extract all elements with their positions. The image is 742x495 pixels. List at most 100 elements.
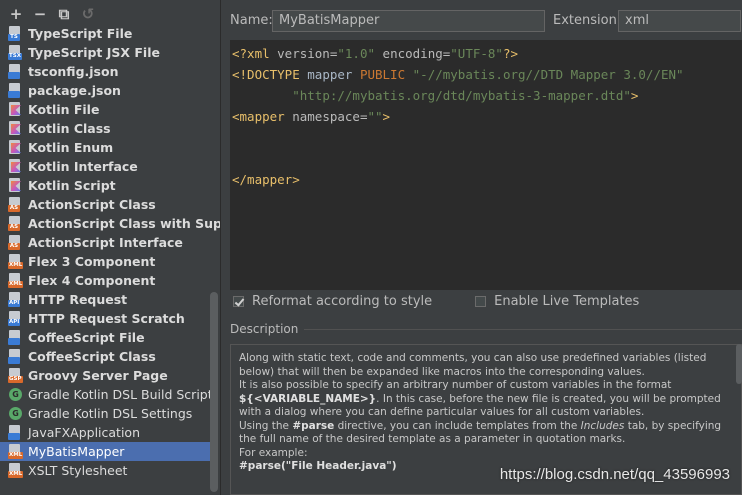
watermark: https://blog.csdn.net/qq_43596993	[499, 466, 730, 483]
extension-field[interactable]: xml	[618, 10, 741, 32]
template-item-label: CoffeeScript Class	[28, 349, 156, 364]
description-divider	[304, 328, 742, 330]
template-item[interactable]: AS ActionScript Class with Supers	[0, 214, 220, 233]
template-item[interactable]: Kotlin Class	[0, 119, 210, 138]
api-file-icon: API	[8, 311, 22, 326]
template-editor-panel: Name: MyBatisMapper Extension: xml <?xml…	[221, 0, 742, 495]
templates-scrollbar[interactable]	[210, 292, 218, 492]
template-options: Reformat according to style Enable Live …	[233, 292, 639, 310]
template-item-label: package.json	[28, 83, 121, 98]
java-file-icon	[8, 425, 22, 440]
parse-keyword: #parse	[292, 419, 335, 432]
template-item[interactable]: API HTTP Request Scratch	[0, 309, 210, 328]
code-line: "http://mybatis.org/dtd/mybatis-3-mapper…	[292, 88, 639, 103]
kotlin-file-icon	[8, 159, 22, 174]
template-item-label: TypeScript File	[28, 26, 133, 41]
reset-template-button[interactable]: ↺	[78, 4, 98, 24]
xml-file-icon: XML	[8, 463, 24, 478]
template-item-label: Kotlin Script	[28, 178, 116, 193]
variable-format: ${<VARIABLE_NAME>}	[239, 392, 377, 405]
template-item[interactable]: tsconfig.json	[0, 62, 210, 81]
includes-tab-ref: Includes	[580, 419, 625, 432]
json-file-icon	[8, 83, 22, 98]
tsx-file-icon: TSX	[8, 45, 22, 60]
reformat-checkbox[interactable]	[233, 295, 244, 307]
template-item[interactable]: package.json	[0, 81, 210, 100]
coffee-file-icon	[8, 330, 22, 345]
kotlin-file-icon	[8, 140, 22, 155]
template-item[interactable]: Kotlin Script	[0, 176, 210, 195]
template-item-label: Groovy Server Page	[28, 368, 168, 383]
description-scrollbar[interactable]	[736, 344, 742, 384]
code-line: </mapper>	[232, 172, 300, 187]
ts-file-icon: TS	[8, 26, 22, 41]
template-item-label: ActionScript Class	[28, 197, 156, 212]
name-field[interactable]: MyBatisMapper	[272, 10, 545, 32]
template-item[interactable]: CoffeeScript Class	[0, 347, 210, 366]
template-item-label: Flex 3 Component	[28, 254, 156, 269]
gradle-file-icon: G	[8, 387, 22, 402]
as-file-icon: AS	[8, 197, 22, 212]
template-code-editor[interactable]: <?xml version="1.0" encoding="UTF-8"?> <!…	[230, 40, 742, 290]
templates-toolbar: + − ⧉ ↺	[0, 0, 220, 27]
template-item-label: Kotlin Enum	[28, 140, 114, 155]
templates-list: TS TypeScript File TSX TypeScript JSX File t…	[0, 24, 220, 480]
template-item-label: Gradle Kotlin DSL Build Script	[28, 387, 213, 402]
as-file-icon: AS	[8, 235, 22, 250]
template-item[interactable]: XML Flex 3 Component	[0, 252, 210, 271]
template-item[interactable]: CoffeeScript File	[0, 328, 210, 347]
live-templates-label[interactable]: Enable Live Templates	[494, 294, 639, 309]
template-item[interactable]: AS ActionScript Interface	[0, 233, 210, 252]
description-title: Description	[230, 322, 299, 336]
template-item-label: CoffeeScript File	[28, 330, 145, 345]
reformat-label[interactable]: Reformat according to style	[252, 294, 432, 309]
template-item[interactable]: G Gradle Kotlin DSL Settings	[0, 404, 210, 423]
json-file-icon	[8, 64, 22, 79]
template-item-label: TypeScript JSX File	[28, 45, 160, 60]
kotlin-file-icon	[8, 121, 22, 136]
template-item-label: HTTP Request Scratch	[28, 311, 185, 326]
copy-template-button[interactable]: ⧉	[54, 4, 74, 24]
description-p2: It is also possible to specify an arbitr…	[239, 379, 721, 418]
kotlin-file-icon	[8, 102, 22, 117]
template-item[interactable]: JavaFXApplication	[0, 423, 210, 442]
code-line: <mapper namespace="">	[232, 109, 391, 124]
template-item-label: HTTP Request	[28, 292, 128, 307]
mxml-file-icon: XML	[8, 254, 24, 269]
template-item-label: Kotlin File	[28, 102, 100, 117]
template-item-label: JavaFXApplication	[28, 425, 140, 440]
live-templates-checkbox[interactable]	[475, 295, 487, 307]
template-item-label: tsconfig.json	[28, 64, 119, 79]
gsp-file-icon: GSP	[8, 368, 23, 383]
template-item[interactable]: XML Flex 4 Component	[0, 271, 210, 290]
template-item[interactable]: TS TypeScript File	[0, 24, 210, 43]
template-item[interactable]: G Gradle Kotlin DSL Build Script	[0, 385, 213, 404]
template-item-label: MyBatisMapper	[28, 444, 125, 459]
template-item[interactable]: Kotlin Enum	[0, 138, 210, 157]
remove-template-button[interactable]: −	[30, 4, 50, 24]
templates-panel: + − ⧉ ↺ TS TypeScript File TSX TypeScript J…	[0, 0, 221, 495]
template-item[interactable]: Kotlin Interface	[0, 157, 210, 176]
as-file-icon: AS	[8, 216, 22, 231]
add-template-button[interactable]: +	[6, 4, 26, 24]
xml-file-icon: XML	[8, 444, 24, 459]
template-item-label: Kotlin Class	[28, 121, 111, 136]
description-p1: Along with static text, code and comment…	[239, 352, 707, 378]
coffee-file-icon	[8, 349, 22, 364]
template-item[interactable]: GSP Groovy Server Page	[0, 366, 210, 385]
template-item[interactable]: XML MyBatisMapper	[0, 442, 210, 461]
description-heading: Description	[230, 322, 742, 336]
mxml-file-icon: XML	[8, 273, 24, 288]
template-item[interactable]: AS ActionScript Class	[0, 195, 210, 214]
template-item[interactable]: TSX TypeScript JSX File	[0, 43, 210, 62]
template-item-label: ActionScript Interface	[28, 235, 183, 250]
code-line: <!DOCTYPE mapper PUBLIC "-//mybatis.org/…	[232, 67, 684, 82]
template-item-label: Gradle Kotlin DSL Settings	[28, 406, 193, 421]
template-item-label: Flex 4 Component	[28, 273, 156, 288]
template-item-label: Kotlin Interface	[28, 159, 138, 174]
code-line: <?xml version="1.0" encoding="UTF-8"?>	[232, 46, 519, 61]
template-item[interactable]: API HTTP Request	[0, 290, 210, 309]
template-item[interactable]: Kotlin File	[0, 100, 210, 119]
template-item[interactable]: XML XSLT Stylesheet	[0, 461, 210, 480]
